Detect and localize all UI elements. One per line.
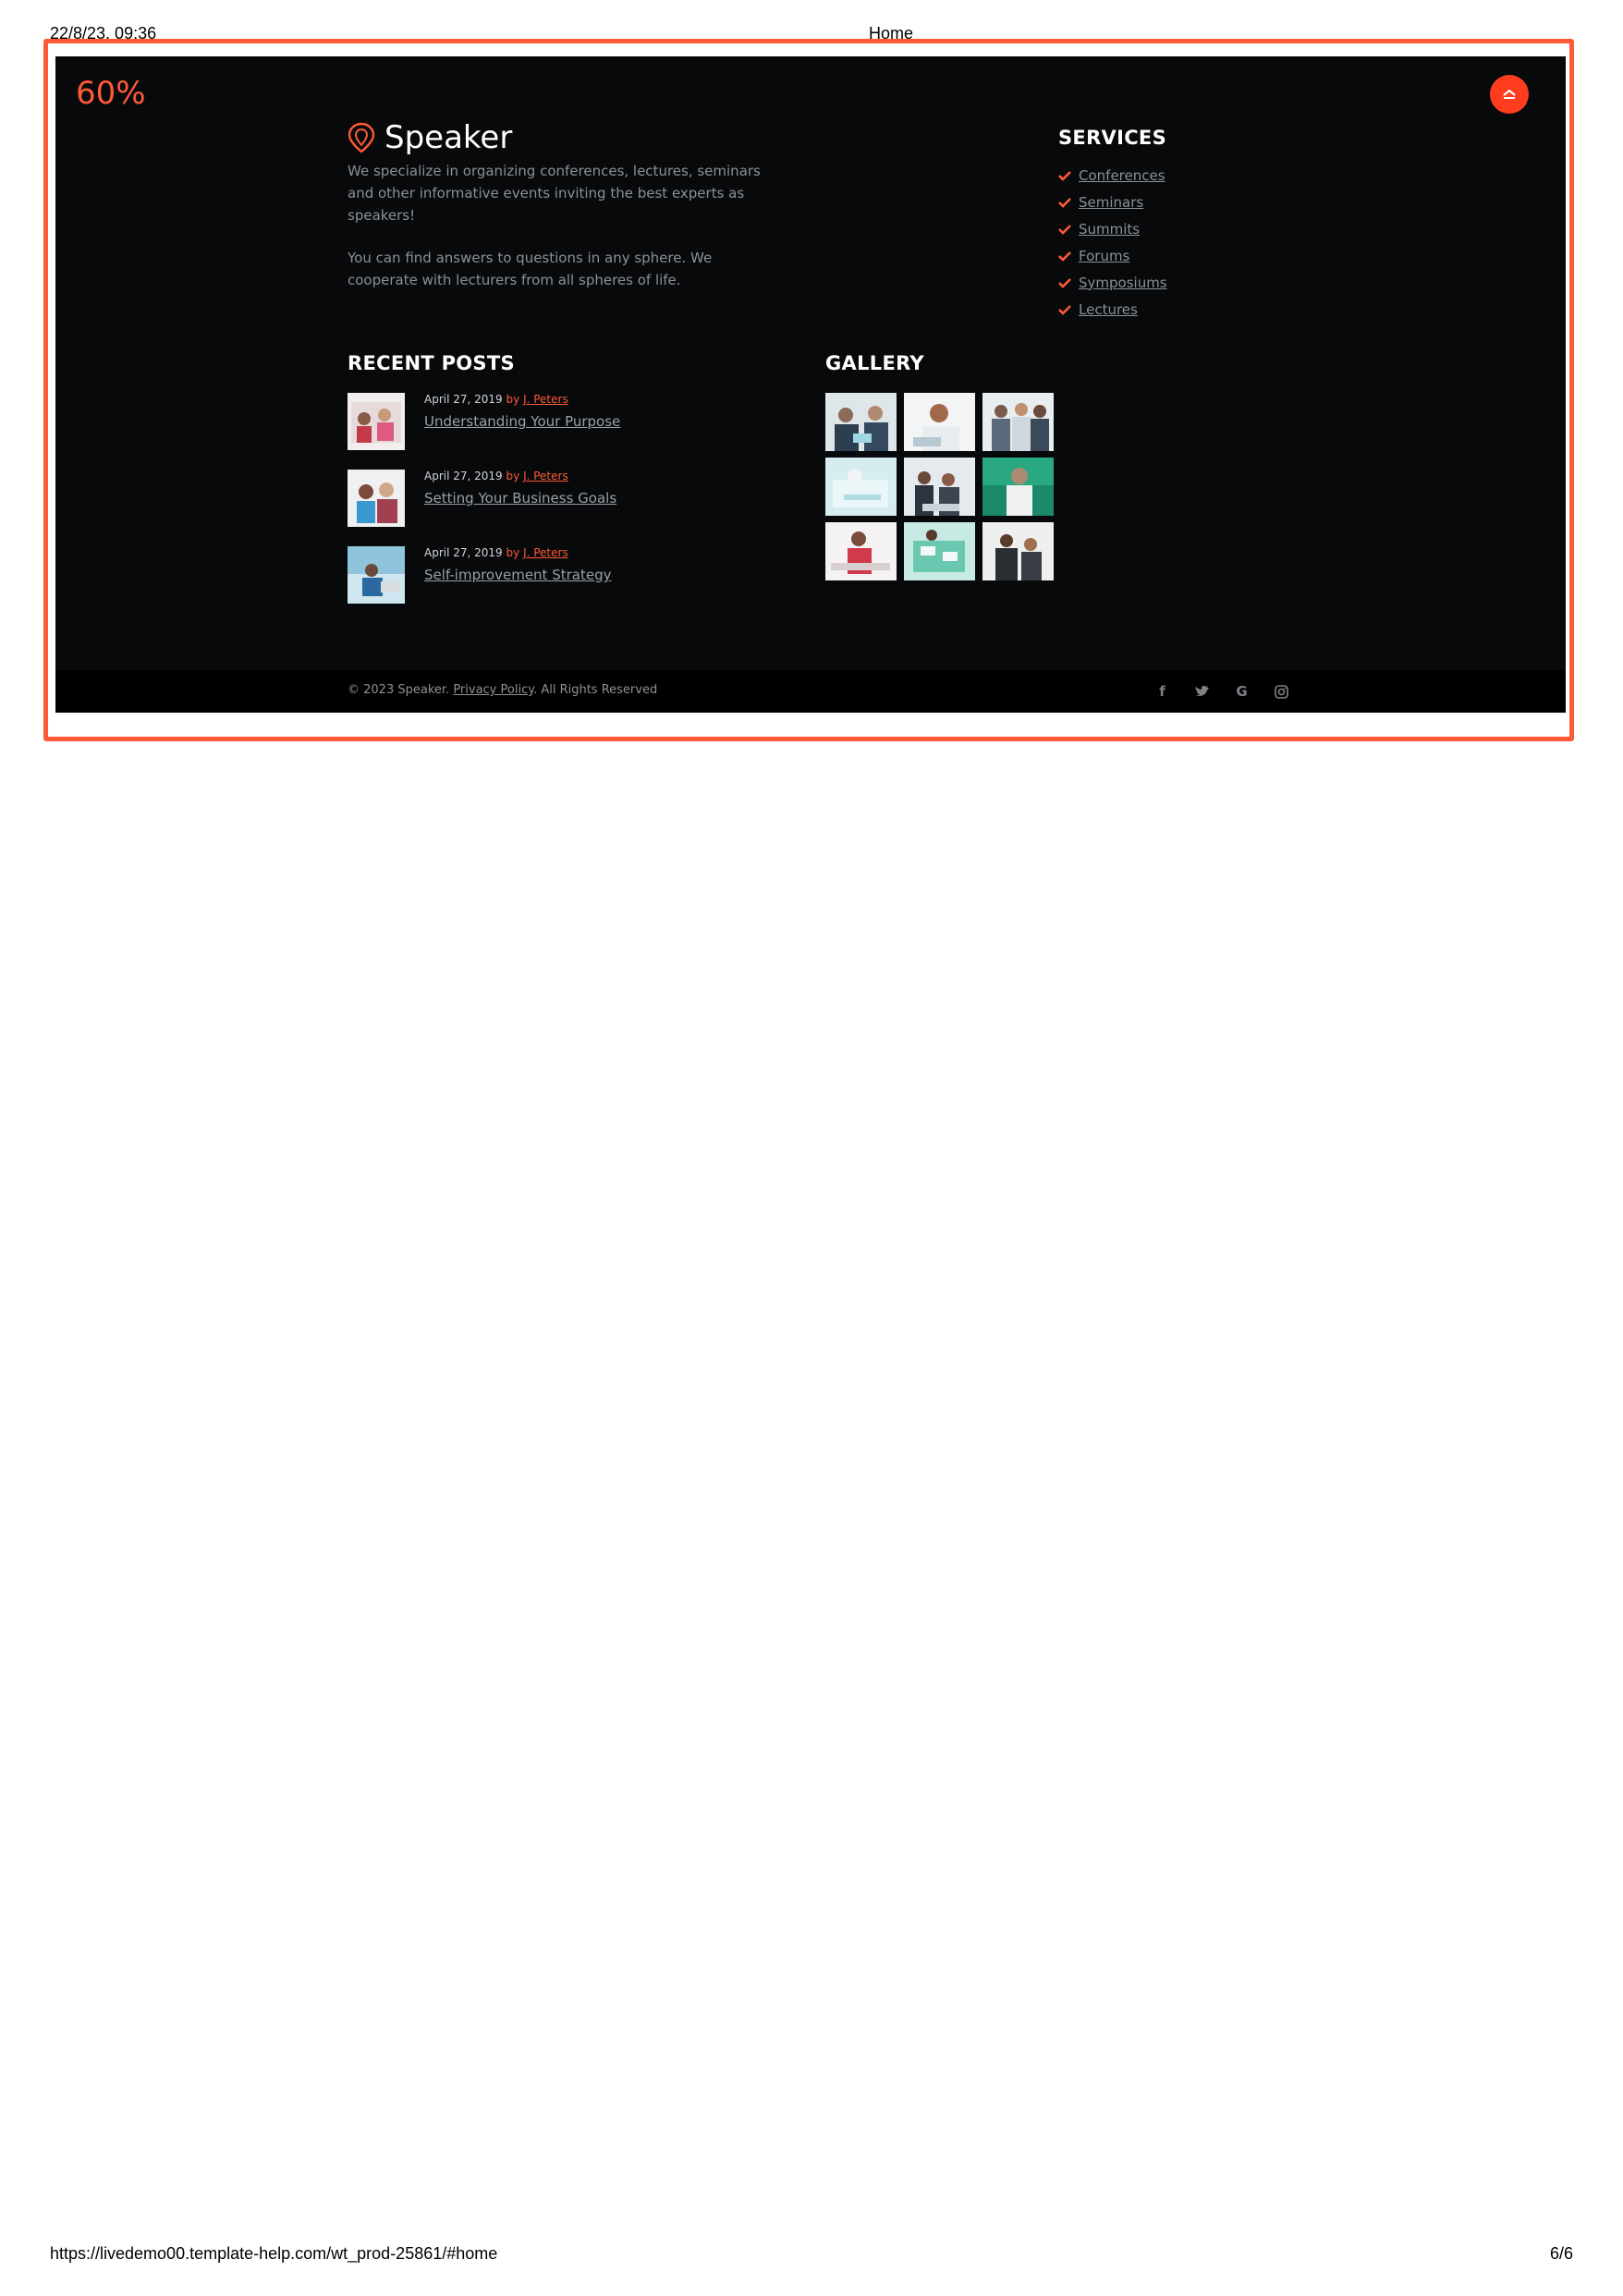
- check-icon: [1058, 197, 1071, 208]
- site-footer-section: 60% Speaker We specialize in organizing …: [55, 56, 1566, 713]
- gallery-section: GALLERY: [825, 352, 1054, 580]
- twitter-link[interactable]: [1182, 679, 1222, 703]
- check-icon: [1058, 250, 1071, 262]
- recent-posts-title: RECENT POSTS: [348, 352, 515, 374]
- twitter-icon: [1195, 686, 1209, 696]
- post-date: April 27, 2019: [424, 470, 503, 482]
- services-section: SERVICES Conferences Seminars Summits Fo…: [1058, 127, 1167, 323]
- post-author-link[interactable]: J. Peters: [523, 470, 568, 482]
- gallery-thumb[interactable]: [982, 458, 1054, 516]
- post-by: by: [506, 546, 520, 559]
- brand-name: Speaker: [384, 119, 513, 156]
- post-date: April 27, 2019: [424, 393, 503, 406]
- post-title-link[interactable]: Self-improvement Strategy: [424, 567, 611, 583]
- about-text: We specialize in organizing conferences,…: [348, 160, 782, 291]
- post-date: April 27, 2019: [424, 546, 503, 559]
- service-link-symposiums[interactable]: Symposiums: [1079, 275, 1167, 291]
- gallery-thumb[interactable]: [904, 458, 975, 516]
- post-meta: April 27, 2019 by J. Peters: [424, 470, 568, 482]
- service-link-seminars[interactable]: Seminars: [1079, 194, 1143, 211]
- gallery-thumb[interactable]: [904, 393, 975, 451]
- scroll-to-top-button[interactable]: [1490, 75, 1529, 114]
- facebook-link[interactable]: f: [1142, 679, 1182, 703]
- gallery-thumb[interactable]: [982, 393, 1054, 451]
- print-footer: https://livedemo00.template-help.com/wt_…: [0, 2244, 1623, 2266]
- print-url: https://livedemo00.template-help.com/wt_…: [50, 2244, 498, 2263]
- services-item: Conferences: [1058, 162, 1167, 189]
- post-item: April 27, 2019 by J. Peters Setting Your…: [348, 470, 736, 529]
- footer-content: Speaker We specialize in organizing conf…: [348, 56, 1309, 713]
- brand-logo[interactable]: Speaker: [348, 119, 512, 156]
- gallery-thumb[interactable]: [825, 522, 897, 580]
- social-links: f G: [1142, 679, 1301, 703]
- copyright-suffix: . All Rights Reserved: [533, 683, 658, 697]
- recent-posts-section: RECENT POSTS April 27, 2019 by J. Peters…: [348, 352, 620, 604]
- post-thumbnail[interactable]: [348, 546, 405, 604]
- privacy-policy-link[interactable]: Privacy Policy: [453, 683, 533, 697]
- facebook-icon: f: [1159, 683, 1165, 700]
- post-author-link[interactable]: J. Peters: [523, 393, 568, 406]
- post-item: April 27, 2019 by J. Peters Self-improve…: [348, 546, 736, 605]
- google-link[interactable]: G: [1222, 679, 1262, 703]
- about-paragraph-2: You can find answers to questions in any…: [348, 250, 713, 288]
- instagram-icon: [1275, 684, 1288, 699]
- post-by: by: [506, 470, 520, 482]
- post-by: by: [506, 393, 520, 406]
- bottom-bar: © 2023 Speaker. Privacy Policy. All Righ…: [55, 670, 1566, 713]
- gallery-thumb[interactable]: [982, 522, 1054, 580]
- post-meta: April 27, 2019 by J. Peters: [424, 393, 568, 406]
- google-icon: G: [1236, 683, 1248, 700]
- service-link-lectures[interactable]: Lectures: [1079, 301, 1138, 318]
- check-icon: [1058, 224, 1071, 235]
- copyright-prefix: © 2023 Speaker.: [348, 683, 450, 697]
- zoom-level: 60%: [76, 75, 146, 112]
- post-author-link[interactable]: J. Peters: [523, 546, 568, 559]
- post-title-link[interactable]: Setting Your Business Goals: [424, 490, 616, 507]
- post-meta: April 27, 2019 by J. Peters: [424, 546, 568, 559]
- service-link-summits[interactable]: Summits: [1079, 221, 1140, 238]
- services-item: Lectures: [1058, 296, 1167, 323]
- gallery-thumb[interactable]: [904, 522, 975, 580]
- instagram-link[interactable]: [1262, 679, 1301, 703]
- services-title: SERVICES: [1058, 127, 1166, 149]
- copyright: © 2023 Speaker. Privacy Policy. All Righ…: [348, 683, 657, 697]
- post-item: April 27, 2019 by J. Peters Understandin…: [348, 393, 736, 452]
- check-icon: [1058, 170, 1071, 181]
- print-page-number: 6/6: [1549, 2244, 1573, 2263]
- services-item: Forums: [1058, 242, 1167, 269]
- services-item: Seminars: [1058, 189, 1167, 215]
- services-item: Summits: [1058, 215, 1167, 242]
- about-paragraph-1: We specialize in organizing conferences,…: [348, 163, 761, 224]
- post-thumbnail[interactable]: [348, 470, 405, 527]
- check-icon: [1058, 304, 1071, 315]
- chevron-up-icon: [1503, 89, 1516, 99]
- gallery-title: GALLERY: [825, 352, 924, 374]
- services-list: Conferences Seminars Summits Forums Symp…: [1058, 162, 1167, 323]
- post-title-link[interactable]: Understanding Your Purpose: [424, 413, 620, 430]
- post-thumbnail[interactable]: [348, 393, 405, 450]
- gallery-thumb[interactable]: [825, 458, 897, 516]
- service-link-forums[interactable]: Forums: [1079, 248, 1129, 264]
- services-item: Symposiums: [1058, 269, 1167, 296]
- service-link-conferences[interactable]: Conferences: [1079, 167, 1165, 184]
- gallery-thumb[interactable]: [825, 393, 897, 451]
- check-icon: [1058, 277, 1071, 288]
- map-pin-icon: [348, 122, 375, 153]
